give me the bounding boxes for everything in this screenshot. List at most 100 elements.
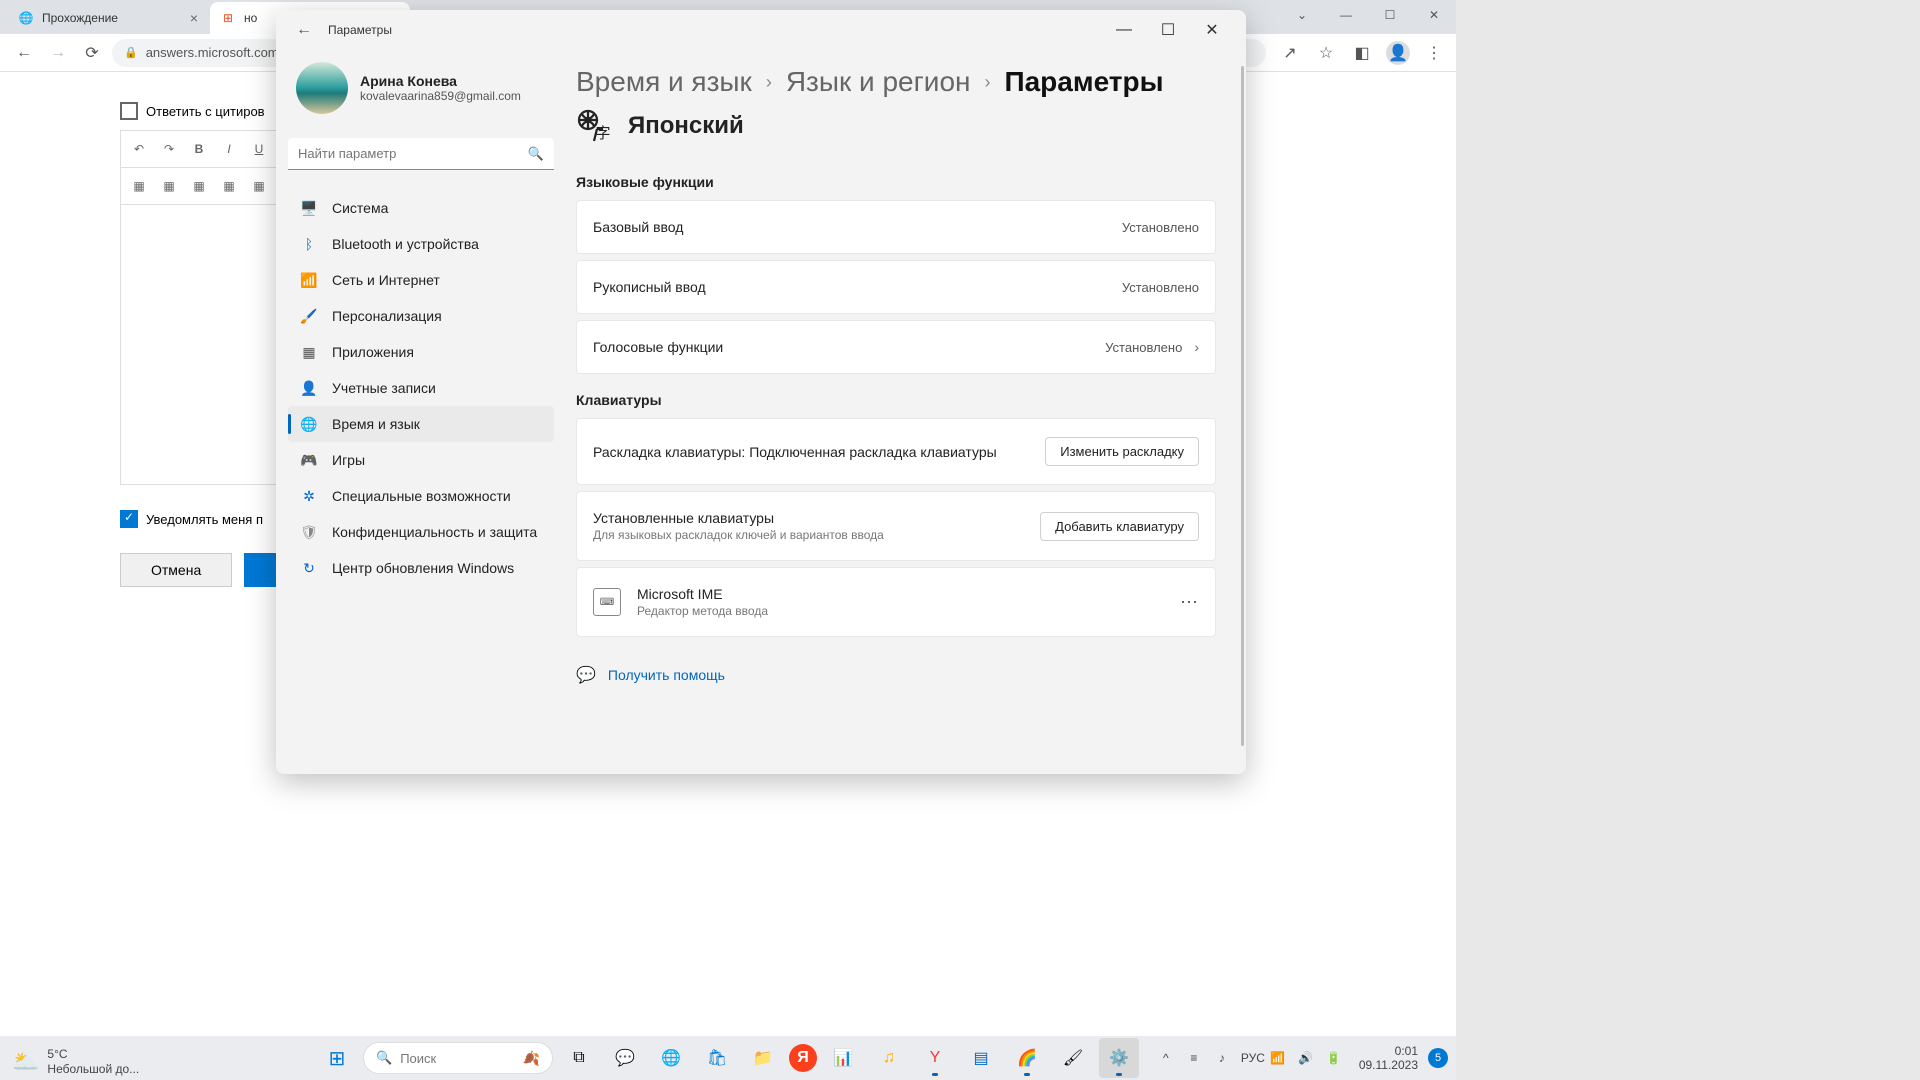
table-icon[interactable]: ▦ — [127, 174, 151, 198]
nav-label: Время и язык — [332, 416, 420, 432]
notify-label: Уведомлять меня п — [146, 512, 263, 527]
help-link-label: Получить помощь — [608, 667, 725, 683]
search-box[interactable]: 🔍 — [288, 138, 554, 170]
sidebar-item[interactable]: ✲Специальные возможности — [288, 478, 554, 514]
reload-button[interactable]: ⟳ — [78, 39, 106, 67]
sidebar-item[interactable]: 👤Учетные записи — [288, 370, 554, 406]
app-icon-4[interactable]: 🖌 — [1053, 1038, 1093, 1078]
forward-button[interactable]: → — [44, 39, 72, 67]
breadcrumb-time-language[interactable]: Время и язык — [576, 66, 752, 98]
breadcrumb-language-region[interactable]: Язык и регион — [786, 66, 971, 98]
chat-icon[interactable]: 💬 — [605, 1038, 645, 1078]
taskbar-search[interactable]: 🔍 Поиск 🍂 — [363, 1042, 553, 1074]
chevron-down-icon[interactable]: ⌄ — [1280, 0, 1324, 30]
table-icon-2[interactable]: ▦ — [157, 174, 181, 198]
nav-label: Приложения — [332, 344, 414, 360]
wifi-icon[interactable]: 📶 — [1269, 1051, 1287, 1065]
sidebar-item[interactable]: 🎮Игры — [288, 442, 554, 478]
feature-row: Базовый вводУстановлено — [576, 200, 1216, 254]
sidebar-item[interactable]: 🖌️Персонализация — [288, 298, 554, 334]
scrollbar[interactable] — [1241, 66, 1244, 746]
more-options-icon[interactable]: ⋯ — [1180, 592, 1199, 613]
nav-label: Конфиденциальность и защита — [332, 524, 537, 540]
back-button[interactable]: ← — [10, 39, 38, 67]
menu-icon[interactable]: ⋮ — [1422, 41, 1446, 65]
get-help-link[interactable]: 💬 Получить помощь — [576, 665, 1216, 685]
task-view-icon[interactable]: ⧉ — [559, 1038, 599, 1078]
chevron-up-icon[interactable]: ^ — [1157, 1051, 1175, 1065]
profile-icon[interactable]: 👤 — [1386, 41, 1410, 65]
installed-kbds-label: Установленные клавиатуры — [593, 510, 884, 526]
chrome-icon[interactable]: 🌈 — [1007, 1038, 1047, 1078]
nav-icon: 🛡 — [300, 523, 318, 541]
back-button[interactable]: ← — [288, 14, 320, 46]
star-icon[interactable]: ☆ — [1314, 41, 1338, 65]
time-text: 0:01 — [1359, 1044, 1418, 1058]
close-icon[interactable]: × — [190, 10, 198, 26]
nav-icon: ↻ — [300, 559, 318, 577]
close-icon[interactable]: ✕ — [1190, 14, 1234, 46]
tray-icon-2[interactable]: ♪ — [1213, 1051, 1231, 1065]
sidebar-item[interactable]: ᛒBluetooth и устройства — [288, 226, 554, 262]
change-layout-button[interactable]: Изменить раскладку — [1045, 437, 1199, 466]
app-icon-1[interactable]: 📊 — [823, 1038, 863, 1078]
url-actions: ↗ ☆ ◧ 👤 ⋮ — [1278, 41, 1446, 65]
sidepanel-icon[interactable]: ◧ — [1350, 41, 1374, 65]
undo-icon[interactable]: ↶ — [127, 137, 151, 161]
explorer-icon[interactable]: 📁 — [743, 1038, 783, 1078]
tray-icon-1[interactable]: ≡ — [1185, 1051, 1203, 1065]
cancel-button[interactable]: Отмена — [120, 553, 232, 587]
weather-widget[interactable]: 🌥️ 5°C Небольшой до... — [12, 1047, 139, 1076]
app-icon-2[interactable]: ♫ — [869, 1038, 909, 1078]
sidebar-item[interactable]: 🌐 Время и язык — [288, 406, 554, 442]
sidebar-item[interactable]: ▦Приложения — [288, 334, 554, 370]
feature-row[interactable]: Голосовые функцииУстановлено› — [576, 320, 1216, 374]
user-profile[interactable]: Арина Конева kovalevaarina859@gmail.com — [288, 58, 554, 130]
search-input[interactable] — [298, 146, 528, 161]
settings-icon[interactable]: ⚙️ — [1099, 1038, 1139, 1078]
clock[interactable]: 0:01 09.11.2023 — [1359, 1044, 1418, 1073]
language-indicator[interactable]: РУС — [1241, 1051, 1259, 1065]
keyboards-section-label: Клавиатуры — [576, 392, 1216, 408]
nav-icon: 🌐 — [300, 415, 318, 433]
maximize-icon[interactable]: ☐ — [1146, 14, 1190, 46]
yandex-icon[interactable]: Я — [789, 1044, 817, 1072]
italic-button[interactable]: I — [217, 137, 241, 161]
desktop-background — [1456, 0, 1920, 1080]
table-icon-4[interactable]: ▦ — [217, 174, 241, 198]
table-icon-5[interactable]: ▦ — [247, 174, 271, 198]
battery-icon[interactable]: 🔋 — [1325, 1051, 1343, 1065]
add-keyboard-button[interactable]: Добавить клавиатуру — [1040, 512, 1199, 541]
redo-icon[interactable]: ↷ — [157, 137, 181, 161]
keyboard-icon: ⌨ — [593, 588, 621, 616]
weather-temp: 5°C — [47, 1047, 139, 1061]
breadcrumb: Время и язык › Язык и регион › Параметры — [576, 66, 1216, 98]
reply-quote-checkbox[interactable] — [120, 102, 138, 120]
notification-badge[interactable]: 5 — [1428, 1048, 1448, 1068]
start-button[interactable]: ⊞ — [317, 1038, 357, 1078]
volume-icon[interactable]: 🔊 — [1297, 1051, 1315, 1065]
installed-keyboards-row: Установленные клавиатуры Для языковых ра… — [576, 491, 1216, 561]
browser-tab-1[interactable]: 🌐 Прохождение × — [8, 2, 208, 34]
app-icon-3[interactable]: ▤ — [961, 1038, 1001, 1078]
table-icon-3[interactable]: ▦ — [187, 174, 211, 198]
bold-button[interactable]: B — [187, 137, 211, 161]
minimize-icon[interactable]: — — [1102, 14, 1146, 46]
tab-title: но — [244, 11, 257, 25]
sidebar-item[interactable]: 📶Сеть и Интернет — [288, 262, 554, 298]
sidebar-item[interactable]: ↻Центр обновления Windows — [288, 550, 554, 586]
notify-checkbox[interactable] — [120, 510, 138, 528]
underline-button[interactable]: U — [247, 137, 271, 161]
store-icon[interactable]: 🛍 — [697, 1038, 737, 1078]
edge-icon[interactable]: 🌐 — [651, 1038, 691, 1078]
share-icon[interactable]: ↗ — [1278, 41, 1302, 65]
nav-icon: 🖥️ — [300, 199, 318, 217]
ime-row[interactable]: ⌨ Microsoft IME Редактор метода ввода ⋯ — [576, 567, 1216, 637]
sidebar-item[interactable]: 🖥️Система — [288, 190, 554, 226]
sidebar-item[interactable]: 🛡 Конфиденциальность и защита — [288, 514, 554, 550]
language-name: Японский — [628, 112, 744, 140]
close-icon[interactable]: ✕ — [1412, 0, 1456, 30]
minimize-icon[interactable]: — — [1324, 0, 1368, 30]
maximize-icon[interactable]: ☐ — [1368, 0, 1412, 30]
yandex-browser-icon[interactable]: Y — [915, 1038, 955, 1078]
